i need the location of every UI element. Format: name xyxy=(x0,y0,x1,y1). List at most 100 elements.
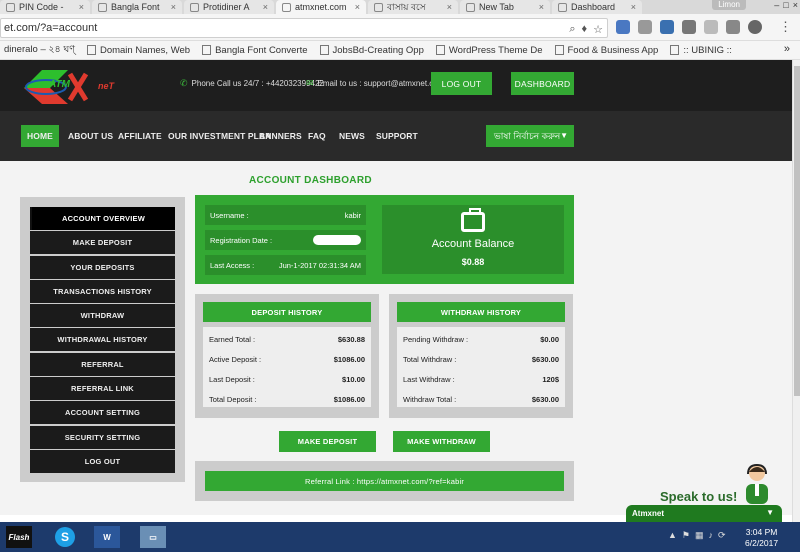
account-icon[interactable] xyxy=(748,20,762,34)
sidebar-item-withdraw[interactable]: WITHDRAW xyxy=(30,304,175,328)
browser-tab[interactable]: Dashboard × xyxy=(552,0,642,14)
table-row: Earned Total : $630.88 xyxy=(209,334,365,344)
username-row: Username : kabir xyxy=(205,205,366,225)
account-sidebar: ACCOUNT OVERVIEW MAKE DEPOSIT YOUR DEPOS… xyxy=(20,197,185,482)
browser-tab-active[interactable]: atmxnet.com × xyxy=(276,0,366,14)
tab-favicon-icon xyxy=(374,2,383,12)
nav-home[interactable]: HOME xyxy=(21,125,59,147)
sidebar-item-account-overview[interactable]: ACCOUNT OVERVIEW xyxy=(30,207,175,230)
sidebar-item-security-setting[interactable]: SECURITY SETTING xyxy=(30,425,175,449)
menu-icon[interactable]: ⋮ xyxy=(779,19,792,35)
profile-chip[interactable]: Limon xyxy=(712,0,746,10)
browser-tab[interactable]: New Tab × xyxy=(460,0,550,14)
nav-news[interactable]: NEWS xyxy=(339,125,365,147)
briefcase-icon xyxy=(461,208,485,232)
close-icon[interactable]: × xyxy=(447,2,452,12)
sidebar-item-log-out[interactable]: LOG OUT xyxy=(30,449,175,473)
camera-icon[interactable] xyxy=(638,20,652,34)
bookmarks-bar: dineralo – ২৪ ঘণ্ Domain Names, Web Bang… xyxy=(0,41,800,60)
maximize-icon[interactable]: □ xyxy=(783,0,788,10)
toolbar: et.com/?a=account ⌕ ♦ ☆ ⋮ xyxy=(0,14,800,41)
site-logo[interactable]: ATM neT xyxy=(20,66,114,106)
account-info-panel: Username : kabir Registration Date : Last… xyxy=(195,195,574,284)
nav-faq[interactable]: FAQ xyxy=(308,125,326,147)
nav-support[interactable]: SUPPORT xyxy=(376,125,418,147)
bookmark-item[interactable]: :: UBINIG :: xyxy=(666,45,740,56)
photos-app-icon[interactable]: ▭ xyxy=(140,526,166,548)
bookmark-item[interactable]: Food & Business App xyxy=(551,45,667,56)
nav-about-us[interactable]: ABOUT US xyxy=(68,125,113,147)
logout-button[interactable]: LOG OUT xyxy=(431,72,492,95)
main-nav: HOME ABOUT US AFFILIATE OUR INVESTMENT P… xyxy=(0,111,792,161)
flash-app-icon[interactable]: Flash xyxy=(6,526,32,548)
check-icon[interactable] xyxy=(704,20,718,34)
caret-down-icon: ▼ xyxy=(560,131,568,140)
bookmark-item[interactable]: Bangla Font Converte xyxy=(198,45,315,56)
bookmark-item[interactable]: Domain Names, Web xyxy=(83,45,198,56)
page-scrollbar[interactable] xyxy=(792,60,800,522)
extension-icon[interactable] xyxy=(726,20,740,34)
site-header: ATM neT ✆ Phone Call us 24/7 : +442032399… xyxy=(0,60,792,111)
browser-tab[interactable]: PIN Code - × xyxy=(0,0,90,14)
word-app-icon[interactable]: W xyxy=(94,526,120,548)
tab-favicon-icon xyxy=(98,2,107,12)
make-withdraw-button[interactable]: MAKE WITHDRAW xyxy=(393,431,490,452)
browser-tab[interactable]: বাসায় বসে × xyxy=(368,0,458,14)
sidebar-item-transactions-history[interactable]: TRANSACTIONS HISTORY xyxy=(30,279,175,303)
tab-favicon-icon xyxy=(558,2,567,12)
nav-banners[interactable]: BANNERS xyxy=(259,125,302,147)
close-icon[interactable]: × xyxy=(79,2,84,12)
extension-icon[interactable] xyxy=(660,20,674,34)
extension-pin-icon[interactable]: ♦ xyxy=(582,23,588,35)
taskbar-clock[interactable]: 3:04 PM 6/2/2017 xyxy=(745,527,778,549)
bookmark-item[interactable]: WordPress Theme De xyxy=(432,45,551,56)
page-icon xyxy=(435,45,445,55)
nav-investment-plan[interactable]: OUR INVESTMENT PLAN xyxy=(168,125,271,147)
close-icon[interactable]: × xyxy=(171,2,176,12)
bookmark-star-icon[interactable]: ☆ xyxy=(593,23,603,36)
bookmarks-overflow-icon[interactable]: » xyxy=(784,43,790,55)
sidebar-item-make-deposit[interactable]: MAKE DEPOSIT xyxy=(30,231,175,255)
sidebar-item-account-setting[interactable]: ACCOUNT SETTING xyxy=(30,401,175,425)
close-icon[interactable]: × xyxy=(263,2,268,12)
chat-bar[interactable]: Atmxnet ▼ xyxy=(626,505,782,522)
extension-icon[interactable] xyxy=(616,20,630,34)
network-icon[interactable]: ▦ xyxy=(695,530,704,541)
arrow-up-icon[interactable]: ▲ xyxy=(668,530,677,541)
close-window-icon[interactable]: × xyxy=(793,0,798,10)
referral-link[interactable]: Referral Link : https://atmxnet.com/?ref… xyxy=(205,471,564,491)
speak-to-us-label[interactable]: Speak to us! xyxy=(660,489,737,504)
make-deposit-button[interactable]: MAKE DEPOSIT xyxy=(279,431,376,452)
sidebar-item-your-deposits[interactable]: YOUR DEPOSITS xyxy=(30,255,175,279)
skype-app-icon[interactable]: S xyxy=(52,526,78,548)
language-select[interactable]: ভাষা নির্বাচন করুন ▼ xyxy=(486,125,574,147)
nav-affiliate[interactable]: AFFILIATE xyxy=(118,125,162,147)
flag-icon[interactable]: ⚑ xyxy=(682,530,690,541)
extension-icon[interactable] xyxy=(682,20,696,34)
page-icon xyxy=(319,45,329,55)
last-access-row: Last Access : Jun-1-2017 02:31:34 AM xyxy=(205,255,366,275)
system-tray: ▲ ⚑ ▦ ♪ ⟳ xyxy=(668,530,726,541)
bookmark-item[interactable]: JobsBd-Creating Opp xyxy=(316,45,432,56)
dashboard-button[interactable]: DASHBOARD xyxy=(511,72,574,95)
sync-icon[interactable]: ⟳ xyxy=(718,530,726,541)
support-agent-icon[interactable] xyxy=(742,462,772,504)
sidebar-item-referral-link[interactable]: REFERRAL LINK xyxy=(30,377,175,401)
sidebar-item-withdrawal-history[interactable]: WITHDRAWAL HISTORY xyxy=(30,328,175,352)
minimize-icon[interactable]: – xyxy=(774,0,779,10)
bookmark-item[interactable]: dineralo – ২৪ ঘণ্ xyxy=(0,43,83,58)
sidebar-item-referral[interactable]: REFERRAL xyxy=(30,352,175,376)
scrollbar-thumb[interactable] xyxy=(794,66,800,396)
zoom-icon[interactable]: ⌕ xyxy=(569,23,575,36)
tab-title: New Tab xyxy=(479,2,514,12)
close-icon[interactable]: × xyxy=(355,2,360,12)
close-icon[interactable]: × xyxy=(539,2,544,12)
window-controls: – □ × xyxy=(774,0,798,10)
browser-tab[interactable]: Bangla Font × xyxy=(92,0,182,14)
volume-icon[interactable]: ♪ xyxy=(709,530,714,541)
close-icon[interactable]: × xyxy=(631,2,636,12)
username-value: kabir xyxy=(344,210,361,220)
tab-title: বাসায় বসে xyxy=(387,1,426,12)
address-bar[interactable]: et.com/?a=account ⌕ ♦ ☆ xyxy=(0,18,608,38)
browser-tab[interactable]: Protidiner A × xyxy=(184,0,274,14)
